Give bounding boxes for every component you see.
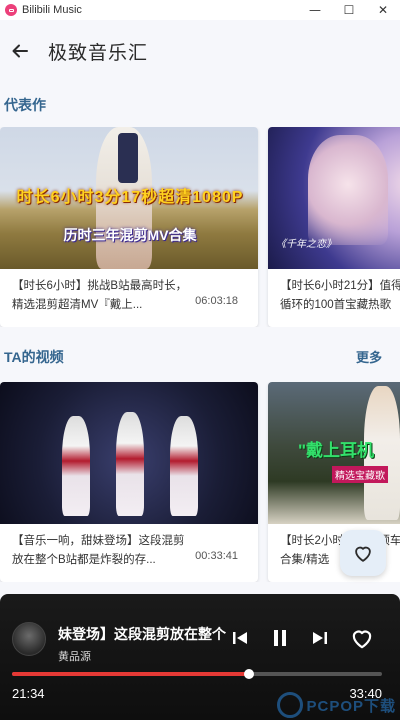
watermark-logo-icon	[277, 692, 304, 718]
video-title: 【时长6小时21分】值得循环的100首宝藏热歌	[280, 280, 400, 311]
more-link[interactable]: 更多	[356, 347, 382, 366]
watermark: PCPOP下载	[277, 692, 396, 718]
like-button[interactable]	[348, 624, 376, 652]
previous-button[interactable]	[228, 626, 252, 650]
thumbnail-caption: "戴上耳机	[298, 441, 375, 460]
page-title: 极致音乐汇	[48, 42, 149, 64]
window-title: Bilibili Music	[22, 4, 82, 16]
video-duration: 06:03:18	[195, 295, 238, 307]
thumbnail-subcaption: 历时三年混剪MV合集	[63, 227, 197, 243]
close-button[interactable]: ✕	[366, 0, 400, 20]
thumbnail-badge: 精选宝藏歌	[332, 466, 388, 483]
arrow-left-icon	[12, 44, 28, 58]
section-title-masterpieces: 代表作	[4, 97, 46, 113]
masterpieces-row[interactable]: 时长6小时3分17秒超清1080P 历时三年混剪MV合集 【时长6小时】挑战B站…	[0, 127, 400, 327]
thumbnail-caption: 时长6小时3分17秒超清1080P	[16, 189, 244, 206]
watermark-text: PCPOP下载	[306, 697, 396, 715]
video-thumbnail: 《千年之恋》	[268, 127, 400, 269]
window-titlebar: Bilibili Music — ☐ ✕	[0, 0, 400, 20]
page-header: 极致音乐汇	[0, 22, 400, 80]
video-thumbnail	[0, 382, 258, 524]
skip-previous-icon	[233, 632, 247, 644]
video-card[interactable]: 【音乐一响，甜妹登场】这段混剪放在整个B站都是炸裂的存... 00:33:41	[0, 382, 258, 582]
video-thumbnail: 时长6小时3分17秒超清1080P 历时三年混剪MV合集	[0, 127, 258, 269]
now-playing-artist: 黄品源	[58, 651, 91, 663]
video-title: 【时长6小时】挑战B站最高时长，精选混剪超清MV『戴上...	[12, 280, 188, 311]
album-cover[interactable]	[12, 622, 46, 656]
video-title: 【音乐一响，甜妹登场】这段混剪放在整个B站都是炸裂的存...	[12, 535, 185, 566]
progress-bar[interactable]	[12, 669, 382, 679]
back-button[interactable]	[0, 31, 40, 71]
pause-button[interactable]	[268, 626, 292, 650]
skip-next-icon	[313, 632, 327, 644]
next-button[interactable]	[308, 626, 332, 650]
pause-icon	[274, 630, 286, 646]
video-card[interactable]: 《千年之恋》 【时长6小时21分】值得循环的100首宝藏热歌	[268, 127, 400, 327]
now-playing-title: 妹登场】这段混剪放在整个	[58, 626, 226, 642]
maximize-button[interactable]: ☐	[332, 0, 366, 20]
heart-outline-icon	[355, 546, 371, 562]
video-card[interactable]: 时长6小时3分17秒超清1080P 历时三年混剪MV合集 【时长6小时】挑战B站…	[0, 127, 258, 327]
section-title-ta-videos: TA的视频	[4, 349, 64, 365]
progress-fill	[12, 672, 249, 676]
heart-outline-icon	[352, 630, 372, 649]
app-logo-icon	[5, 4, 17, 16]
window-controls: — ☐ ✕	[298, 0, 400, 20]
minimize-button[interactable]: —	[298, 0, 332, 20]
thumbnail-caption: 《千年之恋》	[276, 239, 336, 250]
video-duration: 00:33:41	[195, 550, 238, 562]
video-thumbnail: "戴上耳机 精选宝藏歌	[268, 382, 400, 524]
favorite-fab-button[interactable]	[340, 530, 386, 576]
current-time: 21:34	[12, 686, 45, 701]
progress-handle[interactable]	[243, 669, 254, 679]
